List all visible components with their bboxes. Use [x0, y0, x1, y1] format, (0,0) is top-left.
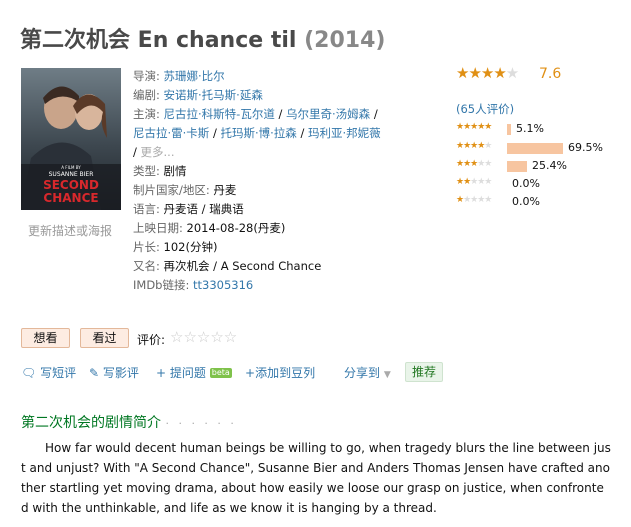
poster-film-by: A FILM BY: [61, 165, 81, 170]
movie-year: (2014): [304, 28, 386, 53]
country-label: 制片国家/地区:: [133, 183, 210, 197]
rating-bar: [507, 124, 511, 135]
genre-value: 剧情: [163, 164, 187, 178]
rating-dist-row: ★★★★★ 5.1%: [456, 122, 631, 136]
cast-link[interactable]: 尼古拉·雷·卡斯: [133, 126, 209, 140]
poster-title-line2: CHANCE: [43, 191, 98, 205]
imdb-link[interactable]: tt3305316: [193, 278, 253, 292]
five-star-icon: ★★★★★: [456, 122, 492, 132]
imdb-label: IMDb链接:: [133, 278, 190, 292]
aka-value: 再次机会 / A Second Chance: [163, 259, 322, 273]
page-title: 第二次机会 En chance til (2014): [20, 22, 385, 54]
poster-director: SUSANNE BIER: [49, 171, 94, 178]
review-label: 写影评: [102, 366, 139, 380]
comment-icon: 🗨: [21, 366, 37, 380]
rating-score: 7.6: [539, 66, 562, 82]
cast-link[interactable]: 托玛斯·博·拉森: [221, 126, 297, 140]
cast-more-link[interactable]: 更多...: [141, 145, 175, 159]
caret-down-icon: ▼: [383, 370, 391, 380]
summary-text: How far would decent human beings be wil…: [21, 441, 611, 515]
cast-link[interactable]: 乌尔里奇·汤姆森: [286, 107, 370, 121]
one-star-icon: ★★★★★: [456, 195, 492, 205]
four-star-icon: ★★★★★: [456, 141, 492, 151]
movie-poster[interactable]: A FILM BY SUSANNE BIER SECOND CHANCE: [21, 68, 121, 210]
director-label: 导演:: [133, 69, 160, 83]
rating-count-link[interactable]: (65人评价): [456, 101, 514, 117]
want-to-watch-button[interactable]: 想看: [21, 328, 70, 348]
movie-info: 导演: 苏珊娜·比尔 编剧: 安诺斯·托马斯·延森 主演: 尼古拉·科斯特-瓦尔…: [133, 69, 381, 292]
rating-percent: 5.1%: [516, 122, 544, 135]
rate-stars-input[interactable]: ☆☆☆☆☆: [170, 328, 237, 346]
rating-percent: 0.0%: [512, 177, 540, 190]
beta-badge: beta: [209, 368, 232, 378]
pencil-icon: ✎: [89, 366, 100, 380]
two-star-icon: ★★★★★: [456, 177, 492, 187]
three-star-icon: ★★★★★: [456, 159, 492, 169]
country-value: 丹麦: [213, 183, 237, 197]
cast-label: 主演:: [133, 107, 160, 121]
plus-icon: +: [156, 366, 167, 380]
language-label: 语言:: [133, 202, 160, 216]
aka-label: 又名:: [133, 259, 160, 273]
watched-button[interactable]: 看过: [80, 328, 129, 348]
cast-link[interactable]: 玛利亚·邦妮薇: [308, 126, 381, 140]
release-value: 2014-08-28(丹麦): [186, 221, 286, 235]
update-poster-link[interactable]: 更新描述或海报: [28, 222, 112, 239]
genre-label: 类型:: [133, 164, 160, 178]
runtime-value: 102(分钟): [163, 240, 218, 254]
rating-dist-row: ★★★★★ 0.0%: [456, 195, 631, 209]
rating-percent: 0.0%: [512, 195, 540, 208]
write-short-review-action[interactable]: 🗨 写短评: [21, 364, 76, 381]
rating-percent: 69.5%: [568, 141, 603, 154]
rating-dist-row: ★★★★★ 25.4%: [456, 159, 631, 173]
short-review-label: 写短评: [40, 366, 77, 380]
rating-dist-row: ★★★★★ 69.5%: [456, 141, 631, 155]
rating-percent: 25.4%: [532, 159, 567, 172]
write-review-action[interactable]: ✎ 写影评: [89, 364, 139, 381]
language-value: 丹麦语 / 瑞典语: [163, 202, 244, 216]
summary-title: 第二次机会的剧情简介: [21, 415, 161, 431]
summary-heading: 第二次机会的剧情简介 · · · · · ·: [21, 412, 237, 432]
writer-link[interactable]: 安诺斯·托马斯·延森: [164, 88, 263, 102]
share-label: 分享到: [344, 366, 381, 380]
cast-link[interactable]: 尼古拉·科斯特-瓦尔道: [164, 107, 275, 121]
share-dropdown[interactable]: 分享到 ▼: [344, 364, 391, 381]
summary-heading-dots: · · · · · ·: [165, 417, 237, 430]
plus-icon: +: [245, 366, 256, 380]
release-label: 上映日期:: [133, 221, 183, 235]
recommend-button[interactable]: 推荐: [405, 362, 444, 382]
ask-question-action[interactable]: + 提问题 beta: [156, 364, 232, 381]
add-to-list-action[interactable]: +添加到豆列: [245, 364, 315, 381]
rating-bar: [507, 161, 527, 172]
rating-stars-icon: ★★★★★: [456, 64, 519, 82]
rating-dist-row: ★★★★★ 0.0%: [456, 177, 631, 191]
poster-image: A FILM BY SUSANNE BIER SECOND CHANCE: [21, 68, 121, 210]
director-link[interactable]: 苏珊娜·比尔: [164, 69, 225, 83]
ask-label: 提问题: [169, 366, 206, 380]
movie-title: 第二次机会 En chance til: [20, 28, 297, 53]
add-list-label: 添加到豆列: [255, 366, 316, 380]
rate-label: 评价:: [137, 333, 166, 347]
rating-bar: [507, 143, 563, 154]
runtime-label: 片长:: [133, 240, 160, 254]
writer-label: 编剧:: [133, 88, 160, 102]
poster-title-line1: SECOND: [43, 178, 99, 192]
